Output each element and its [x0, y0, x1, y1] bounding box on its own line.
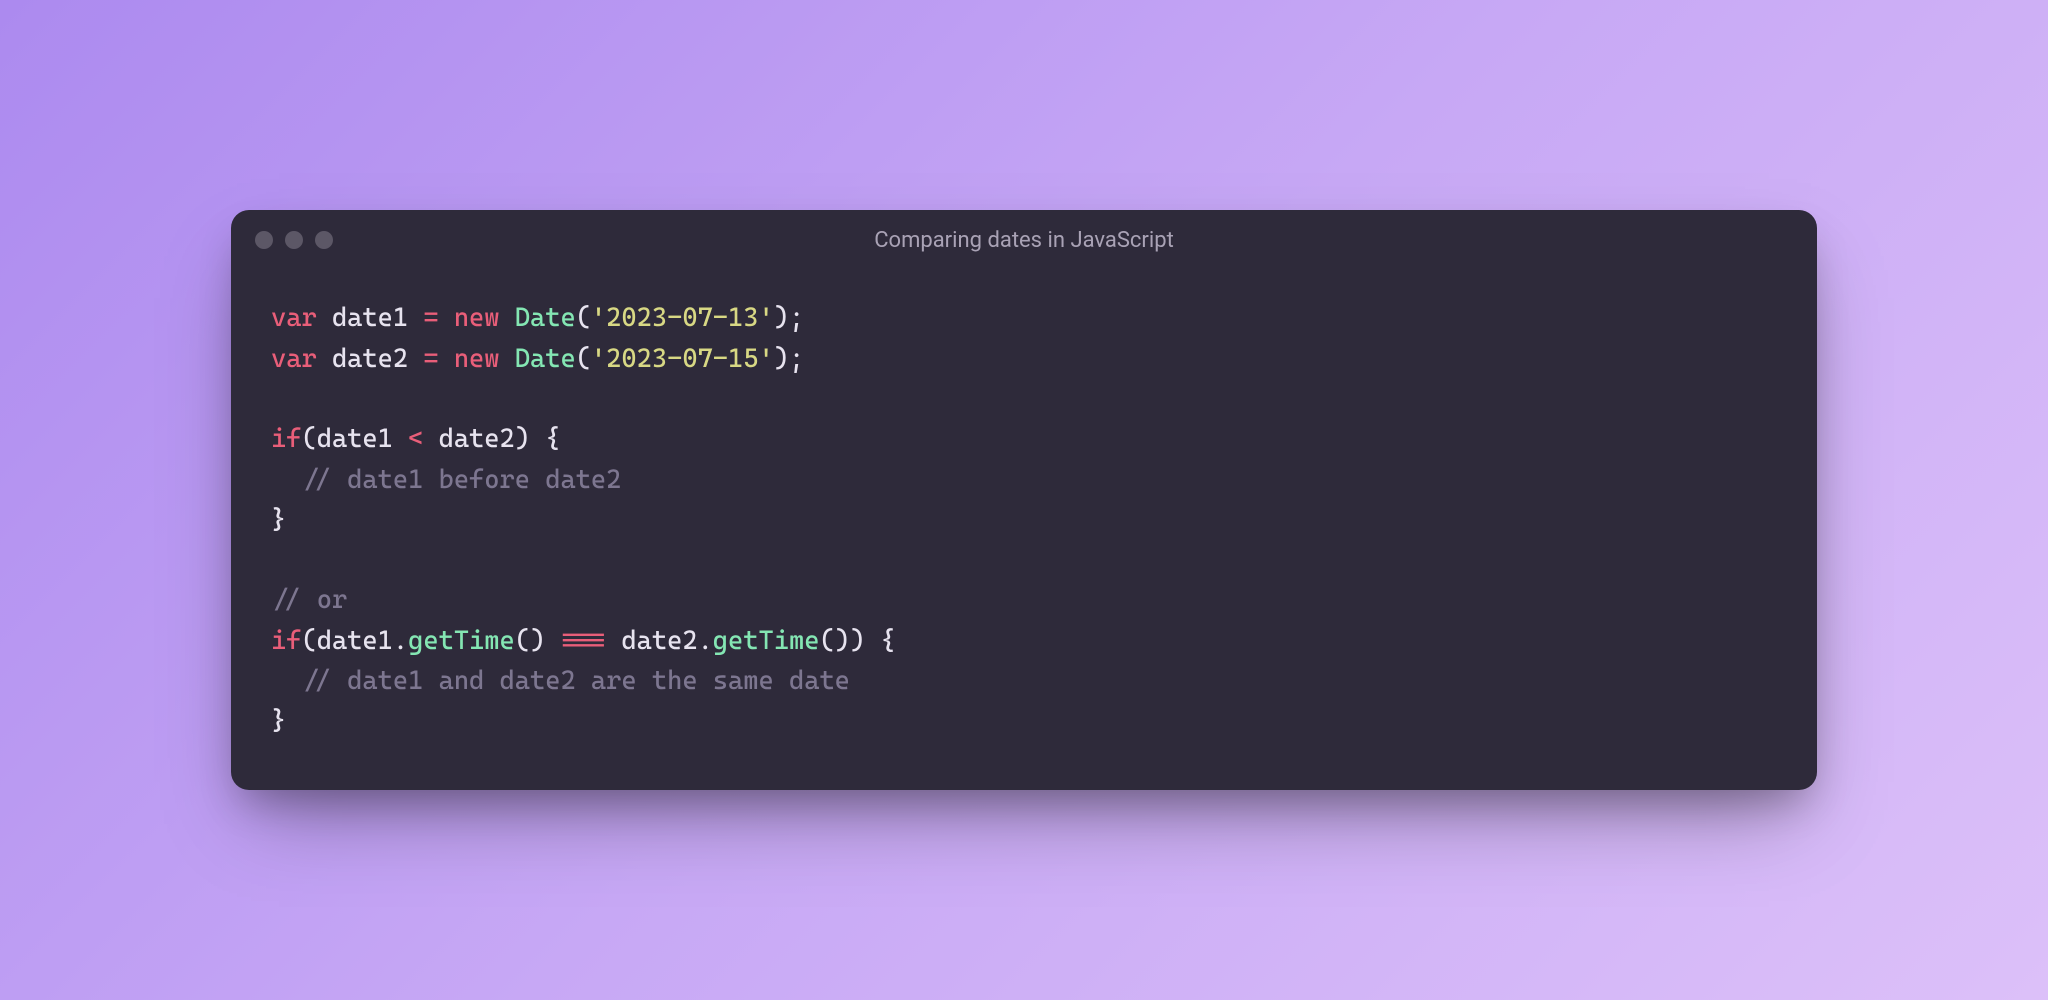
- code-token: new: [454, 344, 500, 374]
- window-title: Comparing dates in JavaScript: [231, 228, 1817, 253]
- code-token: Date: [515, 303, 576, 333]
- code-token: ): [774, 303, 789, 333]
- code-token: =: [423, 344, 438, 374]
- code-token: ): [850, 626, 865, 656]
- code-token: (: [819, 626, 834, 656]
- zoom-icon[interactable]: [315, 231, 333, 249]
- code-token: ===: [560, 626, 606, 656]
- code-token: date1: [317, 424, 393, 454]
- titlebar: Comparing dates in JavaScript: [231, 210, 1817, 270]
- code-token: .: [698, 626, 713, 656]
- code-token: <: [408, 424, 423, 454]
- code-token: if: [271, 626, 301, 656]
- code-token: (: [301, 424, 316, 454]
- code-token: =: [423, 303, 438, 333]
- code-token: {: [880, 626, 895, 656]
- code-token: var: [271, 303, 317, 333]
- code-token: (: [576, 303, 591, 333]
- code-token: date1: [332, 303, 408, 333]
- code-token: (: [301, 626, 316, 656]
- code-token: {: [545, 424, 560, 454]
- traffic-lights: [255, 231, 333, 249]
- code-token: ): [835, 626, 850, 656]
- code-block: var date1 = new Date('2023-07-13'); var …: [231, 270, 1817, 789]
- code-token: new: [454, 303, 500, 333]
- code-token: // or: [271, 585, 347, 615]
- code-token: '2023-07-13': [591, 303, 774, 333]
- code-token: ): [515, 424, 530, 454]
- code-token: getTime: [713, 626, 820, 656]
- code-token: date2: [439, 424, 515, 454]
- minimize-icon[interactable]: [285, 231, 303, 249]
- code-token: var: [271, 344, 317, 374]
- close-icon[interactable]: [255, 231, 273, 249]
- code-token: ;: [789, 344, 804, 374]
- code-token: }: [271, 505, 286, 535]
- code-token: ): [774, 344, 789, 374]
- code-token: date1: [317, 626, 393, 656]
- code-token: .: [393, 626, 408, 656]
- code-token: '2023-07-15': [591, 344, 774, 374]
- code-token: // date1 and date2 are the same date: [301, 666, 849, 696]
- code-token: Date: [515, 344, 576, 374]
- code-token: date2: [332, 344, 408, 374]
- code-token: ;: [789, 303, 804, 333]
- code-token: if: [271, 424, 301, 454]
- code-token: (: [515, 626, 530, 656]
- code-token: date2: [621, 626, 697, 656]
- code-token: }: [271, 706, 286, 736]
- code-token: getTime: [408, 626, 515, 656]
- code-token: ): [530, 626, 545, 656]
- code-token: // date1 before date2: [301, 465, 621, 495]
- code-token: (: [576, 344, 591, 374]
- code-window: Comparing dates in JavaScript var date1 …: [231, 210, 1817, 789]
